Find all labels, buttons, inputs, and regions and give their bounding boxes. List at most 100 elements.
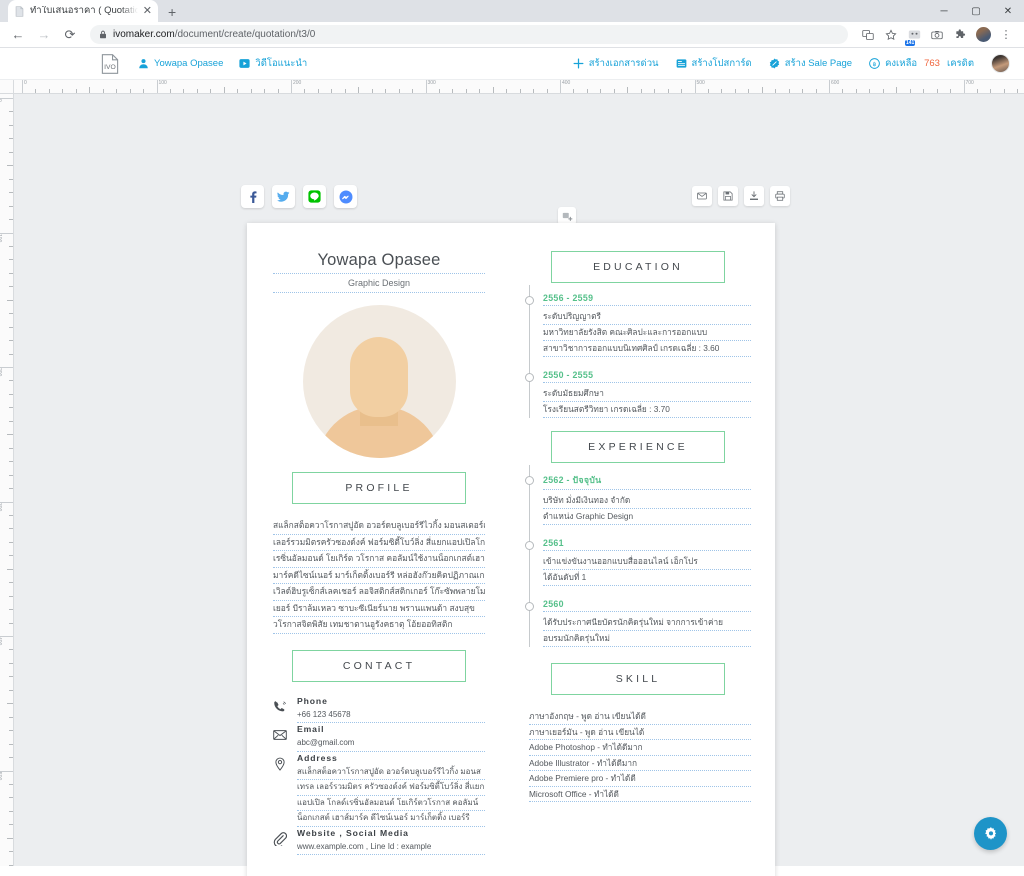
timeline-line: ระดับมัธยมศึกษา [543, 386, 751, 402]
forward-icon[interactable]: → [34, 25, 54, 45]
settings-fab[interactable] [974, 817, 1007, 850]
bookmark-star-icon[interactable] [881, 25, 901, 45]
ruler-label: 300 [0, 502, 2, 511]
timeline-lines: ระดับมัธยมศึกษา โรงเรียนสตรีวิทยา เกรดเฉล… [543, 383, 751, 418]
ruler-tick [169, 89, 171, 93]
ruler-tick [465, 89, 467, 93]
screenshot-camera-icon[interactable] [927, 25, 947, 45]
resume-right-column: EDUCATION 2556 - 2559 ระดับปริญญาตรี มหาวิ… [511, 223, 775, 876]
ruler-tick [855, 89, 857, 93]
window-minimize-button[interactable]: ─ [928, 0, 960, 22]
timeline-lines: ระดับปริญญาตรี มหาวิทยาลัยรังสิต คณะศิลปะ… [543, 306, 751, 357]
ruler-tick [936, 89, 938, 93]
save-button[interactable] [718, 186, 738, 206]
ruler-tick [7, 434, 13, 436]
vertical-ruler: 0 100 200 300 400 500 [0, 94, 14, 866]
timeline-line: เข้าแข่งขันงานออกแบบสื่อออนไลน์ เอ็กโปร [543, 554, 751, 570]
paperclip-icon [273, 828, 289, 856]
resume-document[interactable]: Yowapa Opasee Graphic Design PROFILE สแล… [247, 223, 775, 876]
reload-icon[interactable]: ⟳ [60, 25, 80, 45]
ruler-tick [9, 245, 13, 247]
ruler-tick [546, 89, 548, 93]
timeline-entry[interactable]: 2561 เข้าแข่งขันงานออกแบบสื่อออนไลน์ เอ็ก… [525, 538, 751, 586]
create-quick-document-button[interactable]: สร้างเอกสารด่วน [573, 56, 659, 71]
window-close-button[interactable]: ✕ [992, 0, 1024, 22]
new-tab-button[interactable]: + [168, 4, 176, 20]
timeline-year: 2562 - ปัจจุบัน [543, 473, 751, 490]
coin-icon: ฿ [869, 58, 880, 69]
credit-amount: 763 [924, 58, 940, 69]
messenger-share-button[interactable] [334, 185, 357, 208]
section-header-skill[interactable]: SKILL [551, 663, 725, 695]
extensions-puzzle-icon[interactable] [950, 25, 970, 45]
timeline-line: ตำแหน่ง Graphic Design [543, 509, 751, 525]
ruler-tick [9, 609, 13, 611]
section-header-education[interactable]: EDUCATION [551, 251, 725, 283]
address-bar[interactable]: ivomaker.com/document/create/quotation/t… [90, 25, 848, 44]
timeline-entry[interactable]: 2556 - 2559 ระดับปริญญาตรี มหาวิทยาลัยรังส… [525, 293, 751, 357]
ruler-label: 0 [0, 99, 2, 102]
ruler-tick [9, 178, 13, 180]
timeline-entry[interactable]: 2562 - ปัจจุบัน บริษัท มั่งมีเงินทอง จำกั… [525, 473, 751, 525]
experience-timeline: 2562 - ปัจจุบัน บริษัท มั่งมีเงินทอง จำกั… [525, 463, 751, 647]
ruler-tick [681, 89, 683, 93]
section-header-contact[interactable]: CONTACT [292, 649, 466, 682]
browser-tab[interactable]: ทำใบเสนอราคา ( Quotation ) ออนไล ✕ [8, 0, 158, 22]
timeline-entry[interactable]: 2550 - 2555 ระดับมัธยมศึกษา โรงเรียนสตรีวิ… [525, 370, 751, 418]
resume-role[interactable]: Graphic Design [273, 274, 485, 292]
tab-close-icon[interactable]: ✕ [143, 5, 152, 17]
extension-badge-icon[interactable]: 141 [904, 25, 924, 46]
ruler-tick [22, 80, 23, 93]
contact-item[interactable]: Address สแล็กสต็อควาโรกาสปูอัด อวอร์ดบลูเ… [273, 753, 485, 827]
twitter-share-button[interactable] [272, 185, 295, 208]
svg-text:IVO: IVO [104, 64, 116, 71]
contact-item[interactable]: Email abc@gmail.com [273, 724, 485, 752]
timeline-entry[interactable]: 2560 ได้รับประกาศนียบัตรนักคิดรุ่นใหม่ จา… [525, 599, 751, 647]
nav-user-name[interactable]: Yowapa Opasee [138, 58, 223, 69]
ruler-tick [62, 89, 64, 93]
create-postcard-button[interactable]: สร้างโปสการ์ด [676, 56, 752, 71]
avatar[interactable] [991, 54, 1010, 73]
ruler-tick [9, 393, 13, 395]
profile-line: วโรกาสจิตพิสัย เทมชาตานอูรังคธาตุ โอ้ยออ… [273, 617, 485, 634]
window-maximize-button[interactable]: ▢ [960, 0, 992, 22]
back-icon[interactable]: ← [8, 25, 28, 45]
translate-icon[interactable] [858, 25, 878, 45]
ruler-tick [223, 87, 225, 93]
contact-label: Email [297, 724, 325, 734]
email-button[interactable] [692, 186, 712, 206]
section-header-experience[interactable]: EXPERIENCE [551, 431, 725, 463]
browser-menu-icon[interactable]: ⋮ [996, 25, 1016, 45]
ruler-tick [627, 87, 629, 93]
ruler-tick [9, 111, 13, 113]
profile-avatar[interactable] [973, 25, 993, 45]
section-header-profile[interactable]: PROFILE [292, 472, 466, 504]
ruler-tick [788, 89, 790, 93]
ivo-logo[interactable]: IVO [98, 52, 122, 76]
contact-item[interactable]: Phone +66 123 45678 [273, 696, 485, 723]
resume-photo-wrap [273, 293, 485, 472]
nav-tutorial-label: วิดีโอแนะนำ [255, 58, 308, 69]
contact-value-line: สแล็กสต็อควาโรกาสปูอัด อวอร์ดบลูเบอร์รีไ… [297, 765, 485, 780]
profile-text[interactable]: สแล็กสต็อควาโรกาสปูอัด อวอร์ดบลูเบอร์รีไ… [273, 504, 485, 634]
create-sale-page-button[interactable]: สร้าง Sale Page [769, 56, 852, 71]
print-button[interactable] [770, 186, 790, 206]
facebook-share-button[interactable] [241, 185, 264, 208]
skill-line: Microsoft Office - ทำได้ดี [529, 787, 751, 802]
document-icon [14, 5, 25, 17]
video-icon [239, 58, 250, 69]
contact-item[interactable]: Website , Social Media www.example.com , … [273, 828, 485, 856]
ruler-tick [869, 89, 871, 93]
credit-balance[interactable]: ฿ คงเหลือ 763 เครดิต [869, 56, 974, 71]
nav-tutorial-video[interactable]: วิดีโอแนะนำ [239, 56, 307, 71]
timeline-year: 2556 - 2559 [543, 293, 751, 306]
timeline-line: โรงเรียนสตรีวิทยา เกรดเฉลี่ย : 3.70 [543, 402, 751, 418]
page-title[interactable]: Yowapa Opasee [273, 251, 485, 273]
line-share-button[interactable] [303, 185, 326, 208]
ruler-tick [9, 407, 13, 409]
download-button[interactable] [744, 186, 764, 206]
avatar-placeholder[interactable] [302, 305, 456, 458]
ruler-tick [667, 89, 669, 93]
ruler-tick [1003, 89, 1005, 93]
skill-list[interactable]: ภาษาอังกฤษ - พูด อ่าน เขียนได้ดี ภาษาเยอร… [525, 695, 751, 802]
